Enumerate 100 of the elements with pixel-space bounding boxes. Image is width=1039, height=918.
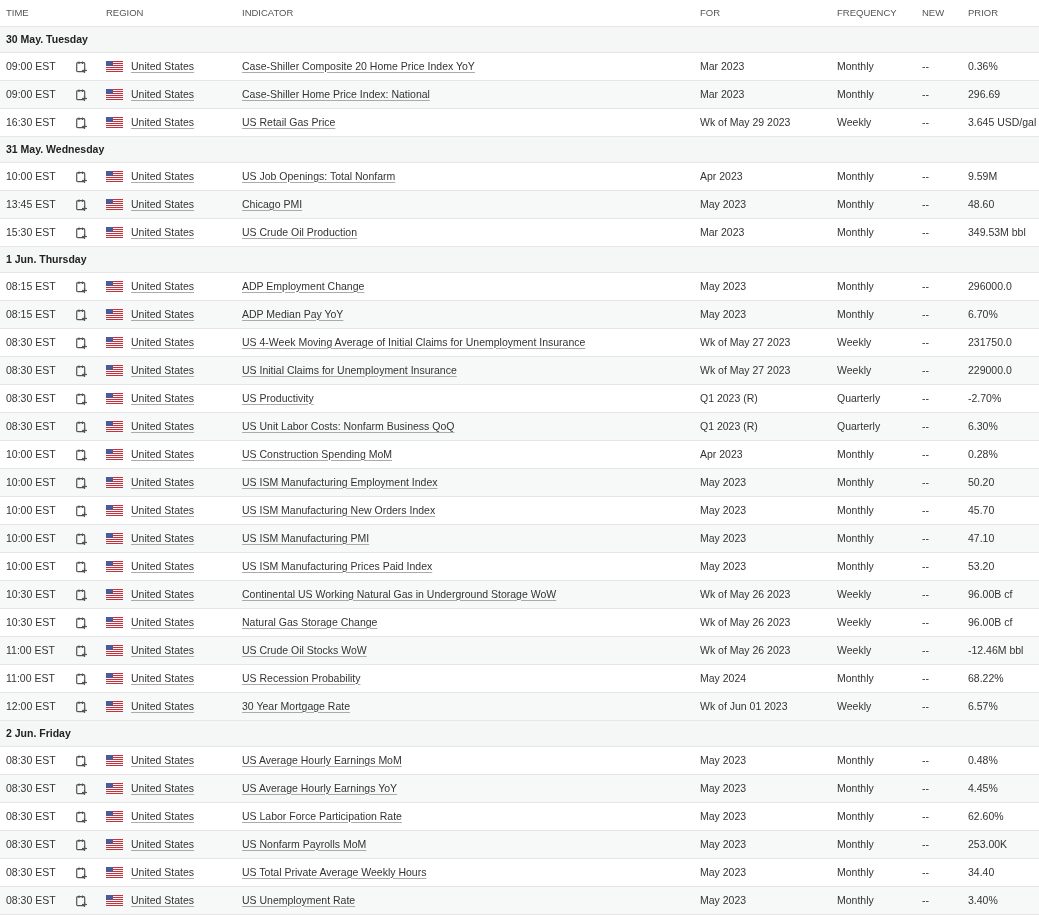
flag-icon [106,309,123,320]
region-link[interactable]: United States [131,196,195,213]
indicator-link[interactable]: US Crude Oil Production [242,224,357,241]
calendar-add-icon[interactable] [76,866,87,879]
region-link[interactable]: United States [131,864,195,881]
frequency-text: Weekly [837,698,872,714]
region-link[interactable]: United States [131,836,195,853]
calendar-add-icon[interactable] [76,364,87,377]
prior-value-text: 62.60% [968,808,1004,824]
region-link[interactable]: United States [131,614,195,631]
calendar-add-icon[interactable] [76,280,87,293]
indicator-link[interactable]: Natural Gas Storage Change [242,614,378,631]
indicator-link[interactable]: US Productivity [242,390,314,407]
calendar-add-icon[interactable] [76,532,87,545]
calendar-add-icon[interactable] [76,476,87,489]
calendar-add-icon[interactable] [76,392,87,405]
calendar-add-icon[interactable] [76,616,87,629]
region-link[interactable]: United States [131,698,195,715]
calendar-add-icon[interactable] [76,894,87,907]
calendar-add-icon[interactable] [76,754,87,767]
region-link[interactable]: United States [131,502,195,519]
region-link[interactable]: United States [131,530,195,547]
new-value-text: -- [922,306,929,322]
calendar-add-icon[interactable] [76,198,87,211]
region-link[interactable]: United States [131,86,195,103]
indicator-link[interactable]: US Unemployment Rate [242,892,356,909]
indicator-link[interactable]: US Average Hourly Earnings MoM [242,752,402,769]
region-link[interactable]: United States [131,752,195,769]
calendar-add-icon[interactable] [76,700,87,713]
region-link[interactable]: United States [131,780,195,797]
region-link[interactable]: United States [131,558,195,575]
calendar-add-icon[interactable] [76,838,87,851]
calendar-add-icon[interactable] [76,170,87,183]
indicator-link[interactable]: US ISM Manufacturing Prices Paid Index [242,558,433,575]
calendar-add-icon[interactable] [76,504,87,517]
indicator-link[interactable]: US Initial Claims for Unemployment Insurance [242,362,457,379]
region-link[interactable]: United States [131,892,195,909]
region-link[interactable]: United States [131,114,195,131]
region-link[interactable]: United States [131,58,195,75]
calendar-add-icon[interactable] [76,560,87,573]
calendar-add-icon[interactable] [76,672,87,685]
region-link[interactable]: United States [131,362,195,379]
indicator-link[interactable]: US Total Private Average Weekly Hours [242,864,427,881]
indicator-link[interactable]: Case-Shiller Composite 20 Home Price Index YoY [242,58,475,75]
indicator-link[interactable]: Case-Shiller Home Price Index: National [242,86,430,103]
indicator-link[interactable]: US ISM Manufacturing New Orders Index [242,502,436,519]
new-value-text: -- [922,642,929,658]
calendar-add-icon[interactable] [76,226,87,239]
calendar-add-icon[interactable] [76,116,87,129]
flag-icon [106,645,123,656]
indicator-link[interactable]: US Nonfarm Payrolls MoM [242,836,367,853]
calendar-add-icon[interactable] [76,420,87,433]
prior-value-text: 296000.0 [968,278,1012,294]
period-text: Wk of May 26 2023 [700,642,791,658]
prior-value-text: 0.28% [968,446,998,462]
indicator-link[interactable]: 30 Year Mortgage Rate [242,698,350,715]
time-text: 10:00 EST [6,168,56,184]
time-text: 08:30 EST [6,418,56,434]
indicator-link[interactable]: US ISM Manufacturing Employment Index [242,474,438,491]
calendar-add-icon[interactable] [76,88,87,101]
region-link[interactable]: United States [131,642,195,659]
indicator-link[interactable]: US Labor Force Participation Rate [242,808,402,825]
indicator-link[interactable]: US Construction Spending MoM [242,446,392,463]
region-link[interactable]: United States [131,670,195,687]
frequency-text: Monthly [837,892,874,908]
region-link[interactable]: United States [131,586,195,603]
calendar-add-icon[interactable] [76,60,87,73]
indicator-link[interactable]: Chicago PMI [242,196,303,213]
region-link[interactable]: United States [131,418,195,435]
indicator-link[interactable]: US Average Hourly Earnings YoY [242,780,398,797]
region-link[interactable]: United States [131,390,195,407]
calendar-add-icon[interactable] [76,336,87,349]
region-link[interactable]: United States [131,224,195,241]
calendar-add-icon[interactable] [76,644,87,657]
region-link[interactable]: United States [131,446,195,463]
region-link[interactable]: United States [131,808,195,825]
time-text: 08:30 EST [6,864,56,880]
frequency-text: Monthly [837,502,874,518]
calendar-add-icon[interactable] [76,448,87,461]
indicator-link[interactable]: US Retail Gas Price [242,114,336,131]
indicator-link[interactable]: Continental US Working Natural Gas in Underground Storage WoW [242,586,557,603]
region-link[interactable]: United States [131,168,195,185]
region-link[interactable]: United States [131,334,195,351]
calendar-add-icon[interactable] [76,308,87,321]
indicator-link[interactable]: ADP Median Pay YoY [242,306,344,323]
indicator-link[interactable]: US Job Openings: Total Nonfarm [242,168,396,185]
region-link[interactable]: United States [131,306,195,323]
calendar-add-icon[interactable] [76,588,87,601]
calendar-add-icon[interactable] [76,810,87,823]
indicator-link[interactable]: US ISM Manufacturing PMI [242,530,370,547]
indicator-link[interactable]: US Recession Probability [242,670,361,687]
indicator-link[interactable]: US Crude Oil Stocks WoW [242,642,367,659]
time-text: 10:30 EST [6,586,56,602]
indicator-link[interactable]: US Unit Labor Costs: Nonfarm Business QoQ [242,418,455,435]
region-link[interactable]: United States [131,278,195,295]
region-link[interactable]: United States [131,474,195,491]
calendar-add-icon[interactable] [76,782,87,795]
indicator-link[interactable]: US 4-Week Moving Average of Initial Claims for Unemployment Insurance [242,334,586,351]
indicator-link[interactable]: ADP Employment Change [242,278,365,295]
flag-icon [106,227,123,238]
